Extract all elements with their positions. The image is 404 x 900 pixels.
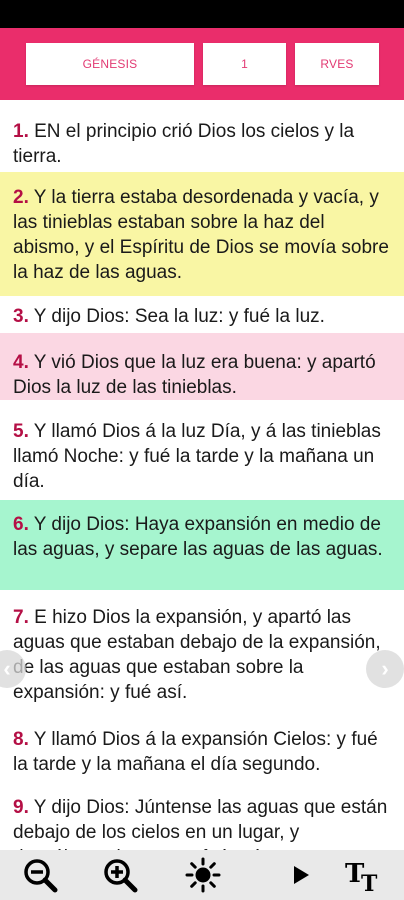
verse-text: Y llamó Dios á la expansión Cielos: y fu… [13,729,378,775]
verse-text: Y vió Dios que la luz era buena: y apart… [13,352,376,398]
zoom-in-button[interactable] [100,855,140,895]
verse-number: 9. [13,797,29,818]
verse-item[interactable]: 2. Y la tierra estaba desordenada y vací… [0,172,404,296]
top-bar: GÉNESIS 1 RVES [0,28,404,100]
verse-number: 5. [13,421,29,442]
verse-text: Y dijo Dios: Júntense las aguas que está… [13,797,388,850]
svg-text:T: T [361,871,378,894]
verse-item[interactable]: 3. Y dijo Dios: Sea la luz: y fué la luz… [0,296,404,333]
verse-text: Y llamó Dios á la luz Día, y á las tinie… [13,421,381,492]
play-button[interactable] [280,855,320,895]
version-label: RVES [320,57,354,71]
verse-number: 2. [13,187,29,208]
text-size-icon: T T [345,859,378,894]
zoom-out-button[interactable] [20,855,60,895]
brightness-icon [185,857,221,893]
verse-item[interactable]: 8. Y llamó Dios á la expansión Cielos: y… [0,714,404,786]
verse-item[interactable]: 7. E hizo Dios la expansión, y apartó la… [0,590,404,714]
bottom-toolbar: T T [0,850,404,900]
brightness-button[interactable] [183,855,223,895]
verse-text: Y dijo Dios: Sea la luz: y fué la luz. [28,306,325,327]
chapter-selector-button[interactable]: 1 [203,43,286,85]
chapter-label: 1 [241,57,248,71]
verse-item[interactable]: 5. Y llamó Dios á la luz Día, y á las ti… [0,400,404,500]
verse-item[interactable]: 6. Y dijo Dios: Haya expansión en medio … [0,500,404,590]
verse-number: 6. [13,514,29,535]
text-size-button[interactable]: T T [344,855,384,895]
book-selector-button[interactable]: GÉNESIS [26,43,194,85]
version-selector-button[interactable]: RVES [295,43,379,85]
verse-number: 4. [13,352,29,373]
verse-list[interactable]: 1. EN el principio crió Dios los cielos … [0,100,404,850]
verse-text: E hizo Dios la expansión, y apartó las a… [13,607,381,703]
play-icon [294,866,309,884]
verse-item[interactable]: 4. Y vió Dios que la luz era buena: y ap… [0,333,404,400]
verse-text: Y dijo Dios: Haya expansión en medio de … [13,514,383,560]
chevron-left-icon: ‹ [3,656,11,681]
verse-text: EN el principio crió Dios los cielos y l… [13,121,355,167]
status-bar [0,0,404,28]
verse-item[interactable]: 1. EN el principio crió Dios los cielos … [0,100,404,172]
verse-text: Y la tierra estaba desordenada y vacía, … [13,187,389,283]
book-label: GÉNESIS [82,57,138,71]
verse-number: 1. [13,121,29,142]
zoom-out-icon [24,859,58,893]
verse-number: 3. [13,306,29,327]
chevron-right-icon: › [381,656,389,681]
verse-number: 7. [13,607,29,628]
zoom-in-icon [104,859,138,893]
next-chapter-button[interactable]: › [366,650,404,688]
verse-number: 8. [13,729,29,750]
verse-item[interactable]: 9. Y dijo Dios: Júntense las aguas que e… [0,786,404,850]
